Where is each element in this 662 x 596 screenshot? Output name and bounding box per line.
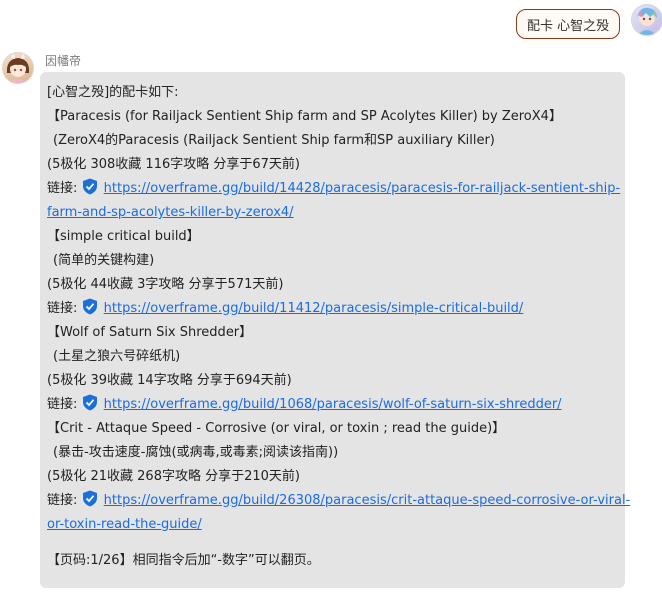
build-link-continued-row: farm-and-sp-acolytes-killer-by-zerox4/ bbox=[47, 201, 625, 225]
build-subtitle: (土星之狼六号碎纸机) bbox=[53, 349, 181, 364]
build-link[interactable]: https://overframe.gg/build/26308/paraces… bbox=[104, 493, 631, 508]
build-link-continued[interactable]: or-toxin-read-the-guide/ bbox=[47, 517, 202, 532]
build-link-continued-row: or-toxin-read-the-guide/ bbox=[47, 513, 625, 549]
pagination-footer: 【页码:1/26】相同指令后加“-数字”可以翻页。 bbox=[47, 553, 320, 568]
build-link[interactable]: https://overframe.gg/build/1068/paracesi… bbox=[104, 397, 562, 412]
build-stats: (5极化 308收藏 116字攻略 分享于67天前) bbox=[47, 157, 300, 172]
outgoing-message-bubble[interactable]: 配卡 心智之殁 bbox=[516, 9, 621, 39]
build-link[interactable]: https://overframe.gg/build/11412/paraces… bbox=[104, 301, 524, 316]
build-subtitle: (ZeroX4的Paracesis (Railjack Sentient Shi… bbox=[53, 133, 495, 148]
incoming-message-bubble[interactable]: [心智之殁]的配卡如下: 【Paracesis (for Railjack Se… bbox=[40, 72, 630, 588]
build-link[interactable]: https://overframe.gg/build/14428/paraces… bbox=[104, 181, 621, 196]
user-avatar-icon bbox=[637, 7, 657, 35]
bot-avatar[interactable] bbox=[2, 52, 34, 84]
shield-check-icon bbox=[82, 394, 97, 411]
link-label: 链接: bbox=[47, 493, 78, 508]
bot-avatar-icon bbox=[6, 53, 30, 83]
build-stats: (5极化 39收藏 14字攻略 分享于694天前) bbox=[47, 373, 292, 388]
shield-check-icon bbox=[82, 298, 97, 315]
user-avatar[interactable] bbox=[631, 4, 662, 36]
build-title: 【simple critical build】 bbox=[47, 229, 200, 244]
link-label: 链接: bbox=[47, 397, 78, 412]
build-subtitle: (暴击-攻击速度-腐蚀(或病毒,或毒素;阅读该指南)) bbox=[53, 445, 339, 460]
build-stats: (5极化 44收藏 3字攻略 分享于571天前) bbox=[47, 277, 284, 292]
build-link-row: 链接: https://overframe.gg/build/26308/par… bbox=[47, 489, 630, 513]
sender-name: 因幡帝 bbox=[45, 54, 82, 68]
build-title: 【Crit - Attaque Speed - Corrosive (or vi… bbox=[47, 421, 506, 436]
shield-check-icon bbox=[82, 178, 97, 195]
shield-check-icon bbox=[82, 490, 97, 507]
message-intro: [心智之殁]的配卡如下: bbox=[47, 85, 179, 100]
build-link-row: 链接: https://overframe.gg/build/1068/para… bbox=[47, 393, 625, 417]
build-link-continued[interactable]: farm-and-sp-acolytes-killer-by-zerox4/ bbox=[47, 205, 294, 220]
outgoing-message-text: 配卡 心智之殁 bbox=[527, 18, 610, 34]
build-title: 【Paracesis (for Railjack Sentient Ship f… bbox=[47, 109, 562, 124]
build-subtitle: (简单的关键构建) bbox=[53, 253, 155, 268]
build-stats: (5极化 21收藏 268字攻略 分享于210天前) bbox=[47, 469, 300, 484]
build-title: 【Wolf of Saturn Six Shredder】 bbox=[47, 325, 253, 340]
build-link-row: 链接: https://overframe.gg/build/11412/par… bbox=[47, 297, 625, 321]
link-label: 链接: bbox=[47, 301, 78, 316]
build-link-row: 链接: https://overframe.gg/build/14428/par… bbox=[47, 177, 625, 201]
link-label: 链接: bbox=[47, 181, 78, 196]
